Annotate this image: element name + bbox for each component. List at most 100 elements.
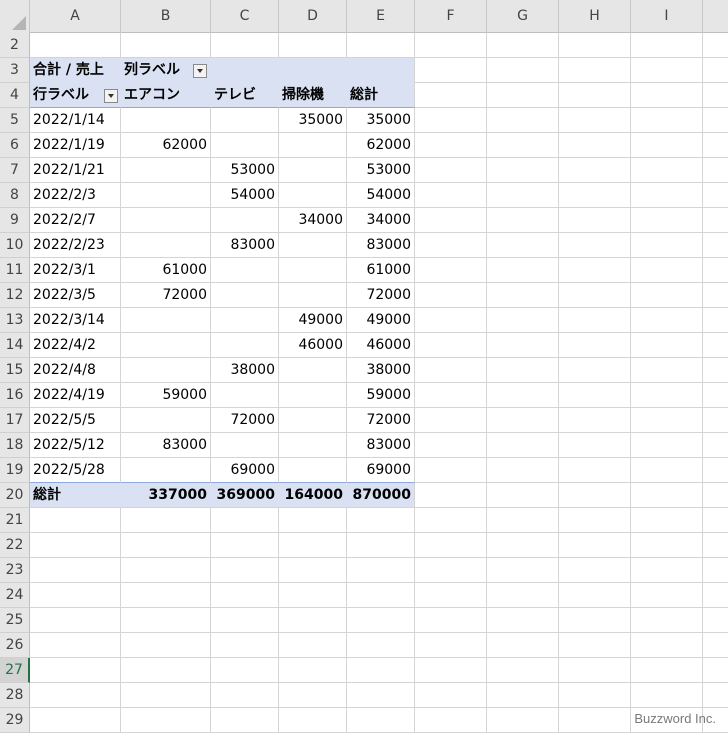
value-tv[interactable] [211,208,279,233]
row-number[interactable]: 17 [0,408,30,433]
cell[interactable] [279,583,347,608]
cell[interactable] [211,583,279,608]
cell[interactable] [211,508,279,533]
row-filter-dropdown-icon[interactable] [104,89,118,103]
value-tv[interactable] [211,308,279,333]
cell[interactable] [559,508,631,533]
value-tv[interactable] [211,333,279,358]
cell[interactable] [487,258,559,283]
cell[interactable] [415,108,487,133]
value-tv[interactable]: 72000 [211,408,279,433]
cell[interactable] [279,708,347,733]
cell[interactable] [415,183,487,208]
cell[interactable] [30,583,121,608]
cell[interactable] [703,633,728,658]
cell[interactable] [631,508,703,533]
column-header-a[interactable]: A [30,0,121,33]
cell[interactable] [559,708,631,733]
cell[interactable] [211,558,279,583]
cell[interactable] [703,83,728,108]
cell[interactable] [487,483,559,508]
cell[interactable] [703,208,728,233]
cell[interactable] [487,333,559,358]
row-number[interactable]: 8 [0,183,30,208]
value-aircon[interactable]: 72000 [121,283,211,308]
row-number[interactable]: 6 [0,133,30,158]
cell[interactable] [347,583,415,608]
cell[interactable] [559,233,631,258]
cell[interactable] [279,633,347,658]
cell[interactable] [703,108,728,133]
cell[interactable] [279,683,347,708]
cell[interactable] [30,508,121,533]
cell[interactable] [703,558,728,583]
value-tv[interactable]: 54000 [211,183,279,208]
column-header-b[interactable]: B [121,0,211,33]
cell[interactable] [703,383,728,408]
cell[interactable] [559,608,631,633]
cell[interactable] [415,308,487,333]
cell[interactable] [211,33,279,58]
cell[interactable] [631,433,703,458]
cell[interactable] [631,483,703,508]
value-tv[interactable] [211,258,279,283]
cell[interactable] [703,158,728,183]
row-date-label[interactable]: 2022/5/12 [30,433,121,458]
value-row-total[interactable]: 35000 [347,108,415,133]
cell[interactable] [121,33,211,58]
value-tv[interactable] [211,433,279,458]
cell[interactable] [279,608,347,633]
cell[interactable] [559,558,631,583]
cell[interactable] [703,233,728,258]
row-number[interactable]: 12 [0,283,30,308]
value-tv[interactable] [211,108,279,133]
cell[interactable] [631,358,703,383]
value-tv[interactable]: 53000 [211,158,279,183]
value-row-total[interactable]: 83000 [347,233,415,258]
value-aircon[interactable] [121,183,211,208]
row-number[interactable]: 22 [0,533,30,558]
cell[interactable] [415,583,487,608]
cell[interactable] [703,533,728,558]
value-tv[interactable]: 83000 [211,233,279,258]
cell[interactable] [559,358,631,383]
value-vacuum[interactable] [279,183,347,208]
cell[interactable] [703,483,728,508]
cell[interactable] [487,133,559,158]
cell[interactable] [559,108,631,133]
row-number[interactable]: 2 [0,33,30,58]
select-all-corner[interactable] [0,0,30,33]
value-row-total[interactable]: 34000 [347,208,415,233]
cell[interactable] [415,133,487,158]
value-row-total[interactable]: 38000 [347,358,415,383]
cell[interactable] [559,658,631,683]
row-number[interactable]: 25 [0,608,30,633]
value-vacuum[interactable] [279,283,347,308]
cell[interactable] [347,633,415,658]
cell[interactable] [559,158,631,183]
value-row-total[interactable]: 53000 [347,158,415,183]
value-row-total[interactable]: 69000 [347,458,415,483]
cell[interactable] [121,708,211,733]
cell[interactable] [347,608,415,633]
cell[interactable] [415,608,487,633]
cell[interactable] [487,83,559,108]
cell[interactable] [703,33,728,58]
row-number[interactable]: 23 [0,558,30,583]
cell[interactable] [415,483,487,508]
column-header-d[interactable]: D [279,0,347,33]
row-number[interactable]: 14 [0,333,30,358]
cell[interactable] [121,558,211,583]
row-number[interactable]: 19 [0,458,30,483]
row-number[interactable]: 15 [0,358,30,383]
cell[interactable] [487,183,559,208]
cell[interactable] [487,283,559,308]
column-filter-dropdown-icon[interactable] [193,64,207,78]
value-row-total[interactable]: 72000 [347,408,415,433]
row-date-label[interactable]: 2022/5/5 [30,408,121,433]
cell[interactable] [631,658,703,683]
cell[interactable] [415,558,487,583]
value-tv[interactable] [211,383,279,408]
cell[interactable] [121,608,211,633]
value-aircon[interactable] [121,333,211,358]
